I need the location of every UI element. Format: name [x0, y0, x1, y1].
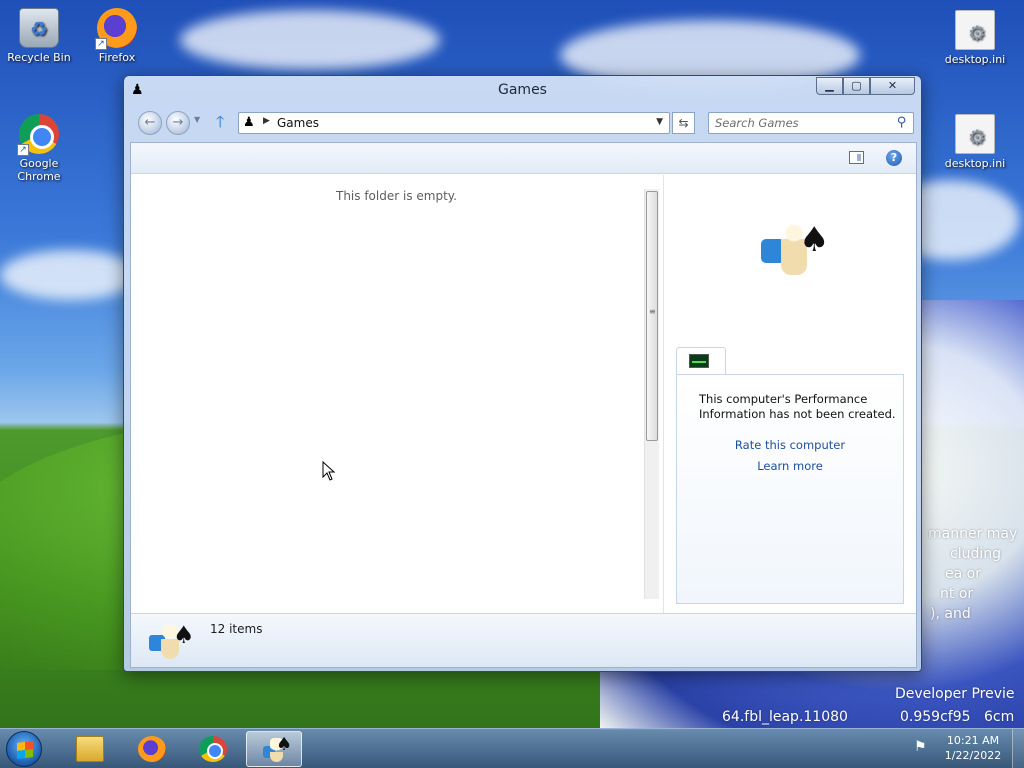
performance-panel: This computer's Performance Information … — [676, 374, 904, 604]
mouse-cursor-icon — [322, 461, 336, 481]
desktop-icon-desktop-ini[interactable]: desktop.ini — [940, 114, 1010, 170]
wallpaper-text: 64.fbl_leap.11080 — [722, 709, 848, 725]
preview-pane: ♠ This computer's Performance Informatio… — [663, 175, 916, 613]
minimize-button[interactable]: ▁ — [816, 77, 843, 95]
chrome-icon: ↗ — [17, 114, 59, 156]
navigation-bar: ← → ▼ 🡑 ♟ ▶ Games ▼ ⇆ ⚲ — [132, 110, 914, 136]
empty-folder-message: This folder is empty. — [336, 189, 457, 203]
games-explorer-window: ♟ Games ▁ ▢ ✕ ← → ▼ 🡑 ♟ ▶ Games ▼ ⇆ ⚲ — [123, 75, 922, 672]
action-center-flag-icon[interactable]: ⚑ — [914, 739, 932, 757]
games-icon: ♟ — [243, 115, 255, 130]
back-arrow-icon: ← — [144, 115, 156, 130]
forward-button[interactable]: → — [166, 111, 190, 135]
preview-pane-toggle-button[interactable] — [849, 151, 864, 164]
recent-pages-dropdown-icon[interactable]: ▼ — [194, 115, 200, 124]
desktop-icon-label: Firefox — [98, 51, 136, 64]
desktop-icon-firefox[interactable]: ↗ Firefox — [82, 8, 152, 64]
wallpaper-text: nt or — [940, 586, 974, 602]
clock-time: 10:21 AM — [946, 734, 1000, 747]
wallpaper-text: ea or — [945, 566, 981, 582]
refresh-icon: ⇆ — [678, 116, 689, 130]
firefox-icon — [138, 736, 166, 762]
games-logo-icon: ♠ — [149, 623, 195, 663]
window-title: Games — [498, 82, 547, 98]
shortcut-arrow-icon: ↗ — [95, 38, 107, 50]
maximize-button[interactable]: ▢ — [843, 77, 870, 95]
taskbar-games-button[interactable]: ♠ — [246, 731, 302, 767]
item-count: 12 items — [210, 622, 263, 636]
help-icon[interactable]: ? — [886, 150, 902, 166]
search-icon[interactable]: ⚲ — [897, 115, 907, 130]
wallpaper-text: Developer Previe — [895, 686, 1015, 702]
spade-icon: ♠ — [173, 621, 195, 649]
content-area: ? This folder is empty. ≡ ♠ This compute… — [130, 142, 917, 668]
desktop-icon-label: Google Chrome — [17, 157, 61, 183]
details-pane: ♠ 12 items — [131, 613, 916, 667]
wallpaper-text: 6cm — [984, 709, 1015, 725]
cloud — [180, 10, 440, 70]
chevron-right-icon[interactable]: ▶ — [263, 116, 270, 126]
chrome-icon — [199, 736, 227, 762]
file-list[interactable]: This folder is empty. ≡ — [131, 175, 662, 613]
system-clock[interactable]: 10:21 AM 1/22/2022 — [938, 733, 1008, 763]
show-desktop-button[interactable] — [1012, 729, 1024, 768]
settings-file-icon — [955, 10, 995, 50]
command-bar: ? — [131, 143, 916, 174]
performance-message: This computer's Performance Information … — [699, 392, 896, 421]
shortcut-arrow-icon: ↗ — [17, 144, 29, 156]
desktop-icon-google-chrome[interactable]: ↗ Google Chrome — [4, 114, 74, 183]
back-button[interactable]: ← — [138, 111, 162, 135]
learn-more-link[interactable]: Learn more — [677, 459, 903, 473]
search-box[interactable]: ⚲ — [708, 112, 914, 134]
address-bar[interactable]: ♟ ▶ Games ▼ — [238, 112, 670, 134]
clock-date: 1/22/2022 — [944, 749, 1002, 762]
firefox-icon: ↗ — [95, 8, 137, 50]
cloud — [0, 250, 140, 300]
desktop-icon-label: desktop.ini — [944, 53, 1006, 66]
grip-icon: ≡ — [649, 307, 656, 316]
vertical-scrollbar[interactable]: ≡ — [644, 189, 659, 599]
refresh-button[interactable]: ⇆ — [672, 112, 695, 134]
tab-performance[interactable] — [676, 347, 726, 375]
performance-monitor-icon — [689, 354, 709, 368]
taskbar-explorer-button[interactable] — [62, 731, 118, 767]
wallpaper-text: manner may — [928, 526, 1018, 542]
desktop-icon-label: desktop.ini — [944, 157, 1006, 170]
desktop-icon-label: Recycle Bin — [7, 51, 71, 64]
rate-this-computer-link[interactable]: Rate this computer — [677, 438, 903, 452]
title-bar[interactable]: ♟ Games ▁ ▢ ✕ — [124, 76, 921, 106]
taskbar: ♠ ⚑ 10:21 AM 1/22/2022 — [0, 728, 1024, 768]
wallpaper-text: ), and — [930, 606, 971, 622]
chevron-down-icon[interactable]: ▼ — [656, 117, 663, 127]
desktop-icon-recycle-bin[interactable]: Recycle Bin — [4, 8, 74, 64]
folder-icon — [76, 736, 104, 762]
desktop-icon-desktop-ini[interactable]: desktop.ini — [940, 10, 1010, 66]
spade-icon: ♠ — [799, 220, 830, 260]
games-logo-icon: ♠ — [761, 223, 833, 283]
taskbar-chrome-button[interactable] — [185, 731, 241, 767]
up-folder-icon[interactable]: 🡑 — [216, 113, 224, 131]
start-button[interactable] — [6, 731, 42, 767]
settings-file-icon — [955, 114, 995, 154]
breadcrumb-games[interactable]: Games — [277, 116, 319, 130]
spade-icon: ♠ — [276, 734, 293, 755]
forward-arrow-icon: → — [172, 115, 184, 130]
wallpaper-text: cluding — [950, 546, 1001, 562]
caption-buttons: ▁ ▢ ✕ — [816, 77, 915, 95]
scrollbar-thumb[interactable]: ≡ — [646, 191, 658, 441]
search-input[interactable] — [715, 115, 885, 131]
recycle-bin-icon — [19, 8, 59, 48]
close-button[interactable]: ✕ — [870, 77, 915, 95]
taskbar-firefox-button[interactable] — [124, 731, 180, 767]
games-icon: ♠ — [261, 734, 293, 763]
wallpaper-text: 0.959cf95 — [900, 709, 971, 725]
